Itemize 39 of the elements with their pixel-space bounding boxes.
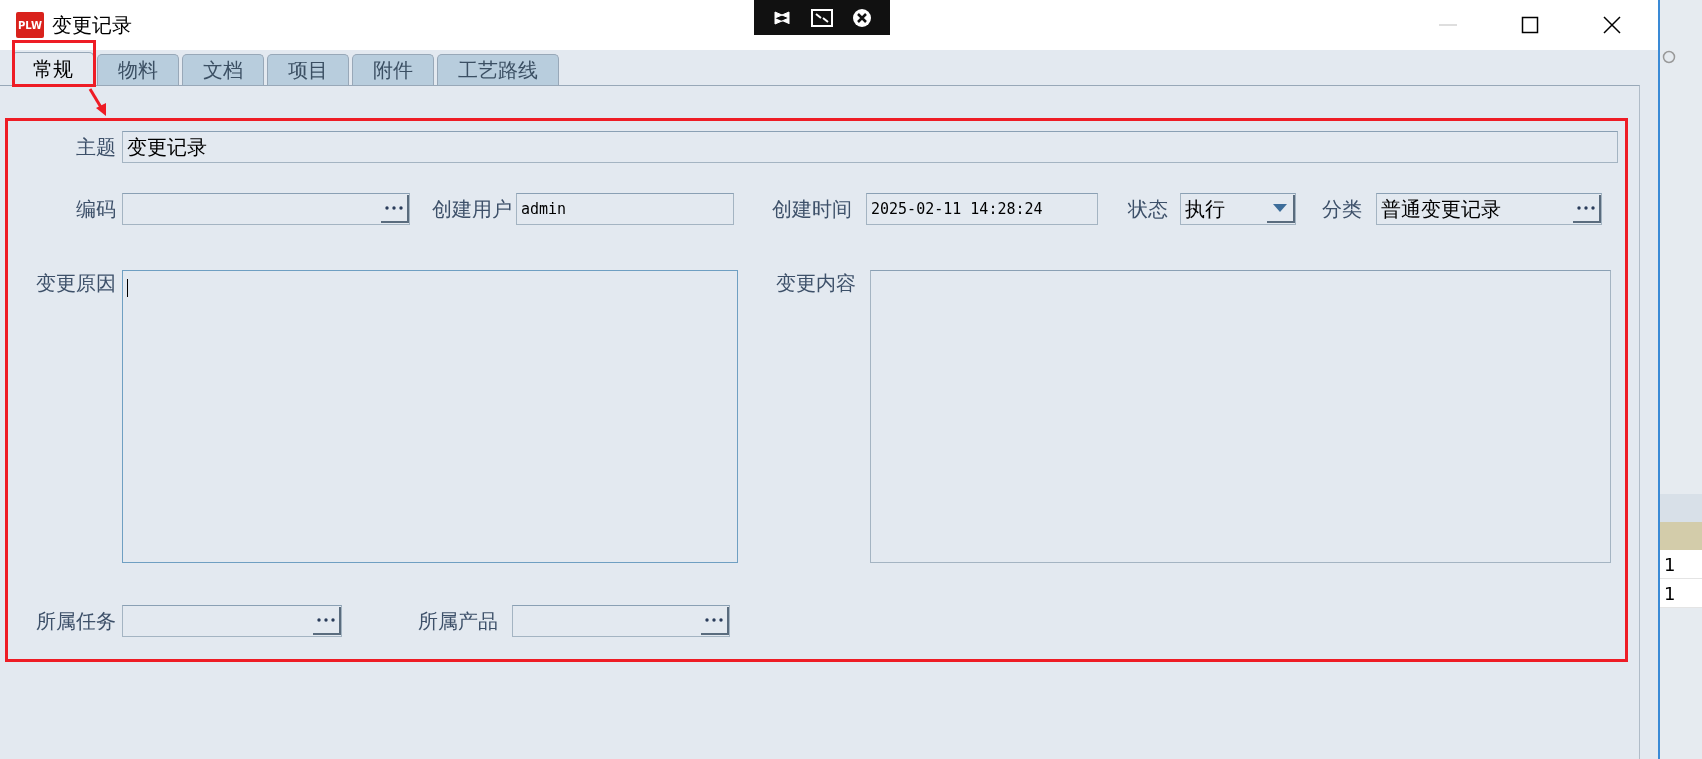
minimize-icon [1439, 24, 1457, 26]
resize-icon[interactable] [811, 8, 833, 27]
table-cell: 1 [1660, 579, 1702, 608]
text-field[interactable]: 2025-02-11 14:28:24 [866, 193, 1098, 225]
app-logo: PLW [16, 12, 44, 38]
field-label: 状态 [1128, 195, 1169, 223]
ellipsis-icon[interactable] [317, 618, 335, 622]
tab[interactable]: 工艺路线 [437, 54, 559, 85]
ellipsis-icon[interactable] [385, 206, 403, 210]
field-label: 变更原因 [35, 270, 117, 297]
field-label: 所属产品 [418, 607, 499, 635]
close-icon [1603, 16, 1621, 34]
field-label: 主题 [75, 133, 117, 161]
field-label: 创建时间 [772, 195, 853, 223]
lookup-field[interactable] [122, 193, 410, 225]
text-field[interactable]: 变更记录 [122, 131, 1618, 163]
caret-icon [1273, 204, 1287, 212]
status-dropdown[interactable]: 执行 [1180, 193, 1296, 225]
window-title: 变更记录 [52, 11, 132, 39]
ellipsis-icon[interactable] [1577, 206, 1595, 210]
tab[interactable]: 项目 [267, 54, 349, 85]
lookup-field[interactable] [512, 605, 730, 637]
tab[interactable]: 物料 [97, 54, 179, 85]
table-cell: 1 [1660, 550, 1702, 579]
text-field[interactable]: admin [516, 193, 734, 225]
arrow-icon [88, 87, 108, 117]
tab[interactable]: 文档 [182, 54, 264, 85]
lookup-field[interactable]: 普通变更记录 [1376, 193, 1602, 225]
close-icon[interactable] [852, 7, 873, 28]
field-label: 分类 [1322, 195, 1363, 223]
table-header [1660, 522, 1702, 550]
maximize-icon [1521, 16, 1539, 34]
field-label: 创建用户 [432, 195, 513, 223]
field-label: 变更内容 [776, 270, 857, 297]
tab[interactable]: 附件 [352, 54, 434, 85]
field-label: 所属任务 [35, 607, 117, 635]
field-label: 编码 [75, 195, 117, 223]
ellipsis-icon[interactable] [705, 618, 723, 622]
lookup-field[interactable] [122, 605, 342, 637]
